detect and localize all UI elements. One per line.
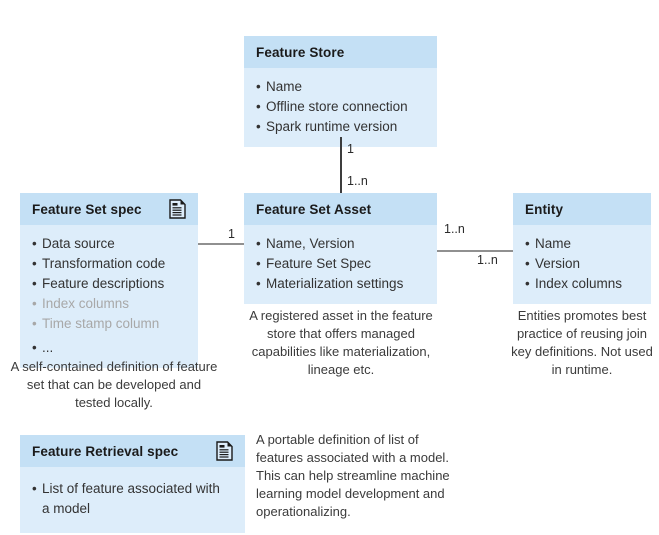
attribute-label: Data source [42, 236, 115, 251]
bullet-icon: • [256, 256, 261, 271]
attribute-item: • Feature Set Spec [256, 254, 425, 274]
attribute-item: • Name [256, 77, 425, 97]
entity-header: Entity [513, 193, 651, 225]
attribute-item: • Offline store connection [256, 97, 425, 117]
feature-store-header: Feature Store [244, 36, 437, 68]
bullet-icon: • [32, 481, 37, 496]
feature-retrieval-spec-header: Feature Retrieval spec [20, 435, 245, 467]
document-icon [216, 441, 233, 461]
attribute-label: Time stamp column [42, 316, 160, 331]
feature-set-spec-attributes: • Data source • Transformation code • Fe… [20, 225, 198, 368]
attribute-label: Index columns [42, 296, 130, 311]
feature-set-asset-attributes: • Name, Version • Feature Set Spec • Mat… [244, 225, 437, 304]
attribute-item: • Materialization settings [256, 274, 425, 294]
attribute-item: • ... [32, 338, 186, 358]
bullet-icon: • [256, 276, 261, 291]
caption-entity: Entities promotes best practice of reusi… [511, 308, 653, 377]
multiplicity-store-to-asset-bottom: 1..n [347, 174, 368, 188]
feature-retrieval-spec-attributes: • List of feature associated with a mode… [20, 467, 245, 533]
attribute-item: • Name, Version [256, 234, 425, 254]
attribute-item: • Transformation code [32, 254, 186, 274]
attribute-item-disabled: • Index columns [32, 294, 186, 314]
bullet-icon: • [32, 316, 37, 331]
attribute-label: Name [535, 236, 572, 251]
feature-store-title: Feature Store [256, 44, 345, 60]
multiplicity-asset-to-entity-bottom: 1..n [477, 253, 498, 267]
attribute-label: Version [535, 256, 581, 271]
diagram-canvas: Feature Store • Name • Offline store con… [0, 0, 659, 535]
caption-feature-set-asset: A registered asset in the feature store … [249, 308, 433, 377]
attribute-item: • Index columns [525, 274, 639, 294]
attribute-label: Name, Version [266, 236, 355, 251]
attribute-item: • Data source [32, 234, 186, 254]
entity-box-feature-retrieval-spec: Feature Retrieval spec • List of feature… [20, 435, 245, 533]
attribute-label: Name [266, 79, 303, 94]
entity-box-feature-store: Feature Store • Name • Offline store con… [244, 36, 437, 147]
bullet-icon: • [525, 256, 530, 271]
attribute-label: Materialization settings [266, 276, 404, 291]
feature-set-spec-title: Feature Set spec [32, 201, 142, 217]
bullet-icon: • [32, 256, 37, 271]
feature-retrieval-spec-title: Feature Retrieval spec [32, 443, 179, 459]
bullet-icon: • [525, 236, 530, 251]
bullet-icon: • [32, 340, 37, 355]
document-icon [169, 199, 186, 219]
bullet-icon: • [256, 99, 261, 114]
feature-set-spec-header: Feature Set spec [20, 193, 198, 225]
entity-box-entity: Entity • Name • Version • Index columns [513, 193, 651, 304]
bullet-icon: • [256, 236, 261, 251]
entity-attributes: • Name • Version • Index columns [513, 225, 651, 304]
attribute-item: • Spark runtime version [256, 117, 425, 137]
entity-box-feature-set-asset: Feature Set Asset • Name, Version • Feat… [244, 193, 437, 304]
connector-store-to-asset [340, 137, 342, 193]
bullet-icon: • [32, 296, 37, 311]
entity-box-feature-set-spec: Feature Set spec • Data source • Transfo… [20, 193, 198, 368]
attribute-item: • Feature descriptions [32, 274, 186, 294]
attribute-label: ... [42, 340, 54, 355]
bullet-icon: • [256, 119, 261, 134]
attribute-item: • Name [525, 234, 639, 254]
connector-spec-to-asset [198, 243, 244, 245]
feature-set-asset-header: Feature Set Asset [244, 193, 437, 225]
multiplicity-asset-to-entity-top: 1..n [444, 222, 465, 236]
connector-asset-to-entity [437, 250, 513, 252]
attribute-label: Transformation code [42, 256, 166, 271]
bullet-icon: • [32, 236, 37, 251]
feature-store-attributes: • Name • Offline store connection • Spar… [244, 68, 437, 147]
attribute-label: Feature Set Spec [266, 256, 372, 271]
attribute-item: • List of feature associated with a mode… [32, 479, 222, 519]
entity-title: Entity [525, 201, 564, 217]
caption-feature-retrieval-spec: A portable definition of list of feature… [256, 432, 450, 519]
attribute-item-disabled: • Time stamp column [32, 314, 186, 334]
multiplicity-spec-to-asset: 1 [228, 227, 235, 241]
bullet-icon: • [525, 276, 530, 291]
attribute-item: • Version [525, 254, 639, 274]
caption-feature-set-spec: A self-contained definition of feature s… [10, 359, 218, 410]
attribute-label: Spark runtime version [266, 119, 398, 134]
attribute-label: Index columns [535, 276, 623, 291]
attribute-label: Offline store connection [266, 99, 408, 114]
feature-set-asset-title: Feature Set Asset [256, 201, 372, 217]
bullet-icon: • [32, 276, 37, 291]
attribute-label: Feature descriptions [42, 276, 165, 291]
bullet-icon: • [256, 79, 261, 94]
multiplicity-store-to-asset-top: 1 [347, 142, 354, 156]
attribute-label: List of feature associated with a model [42, 481, 220, 516]
